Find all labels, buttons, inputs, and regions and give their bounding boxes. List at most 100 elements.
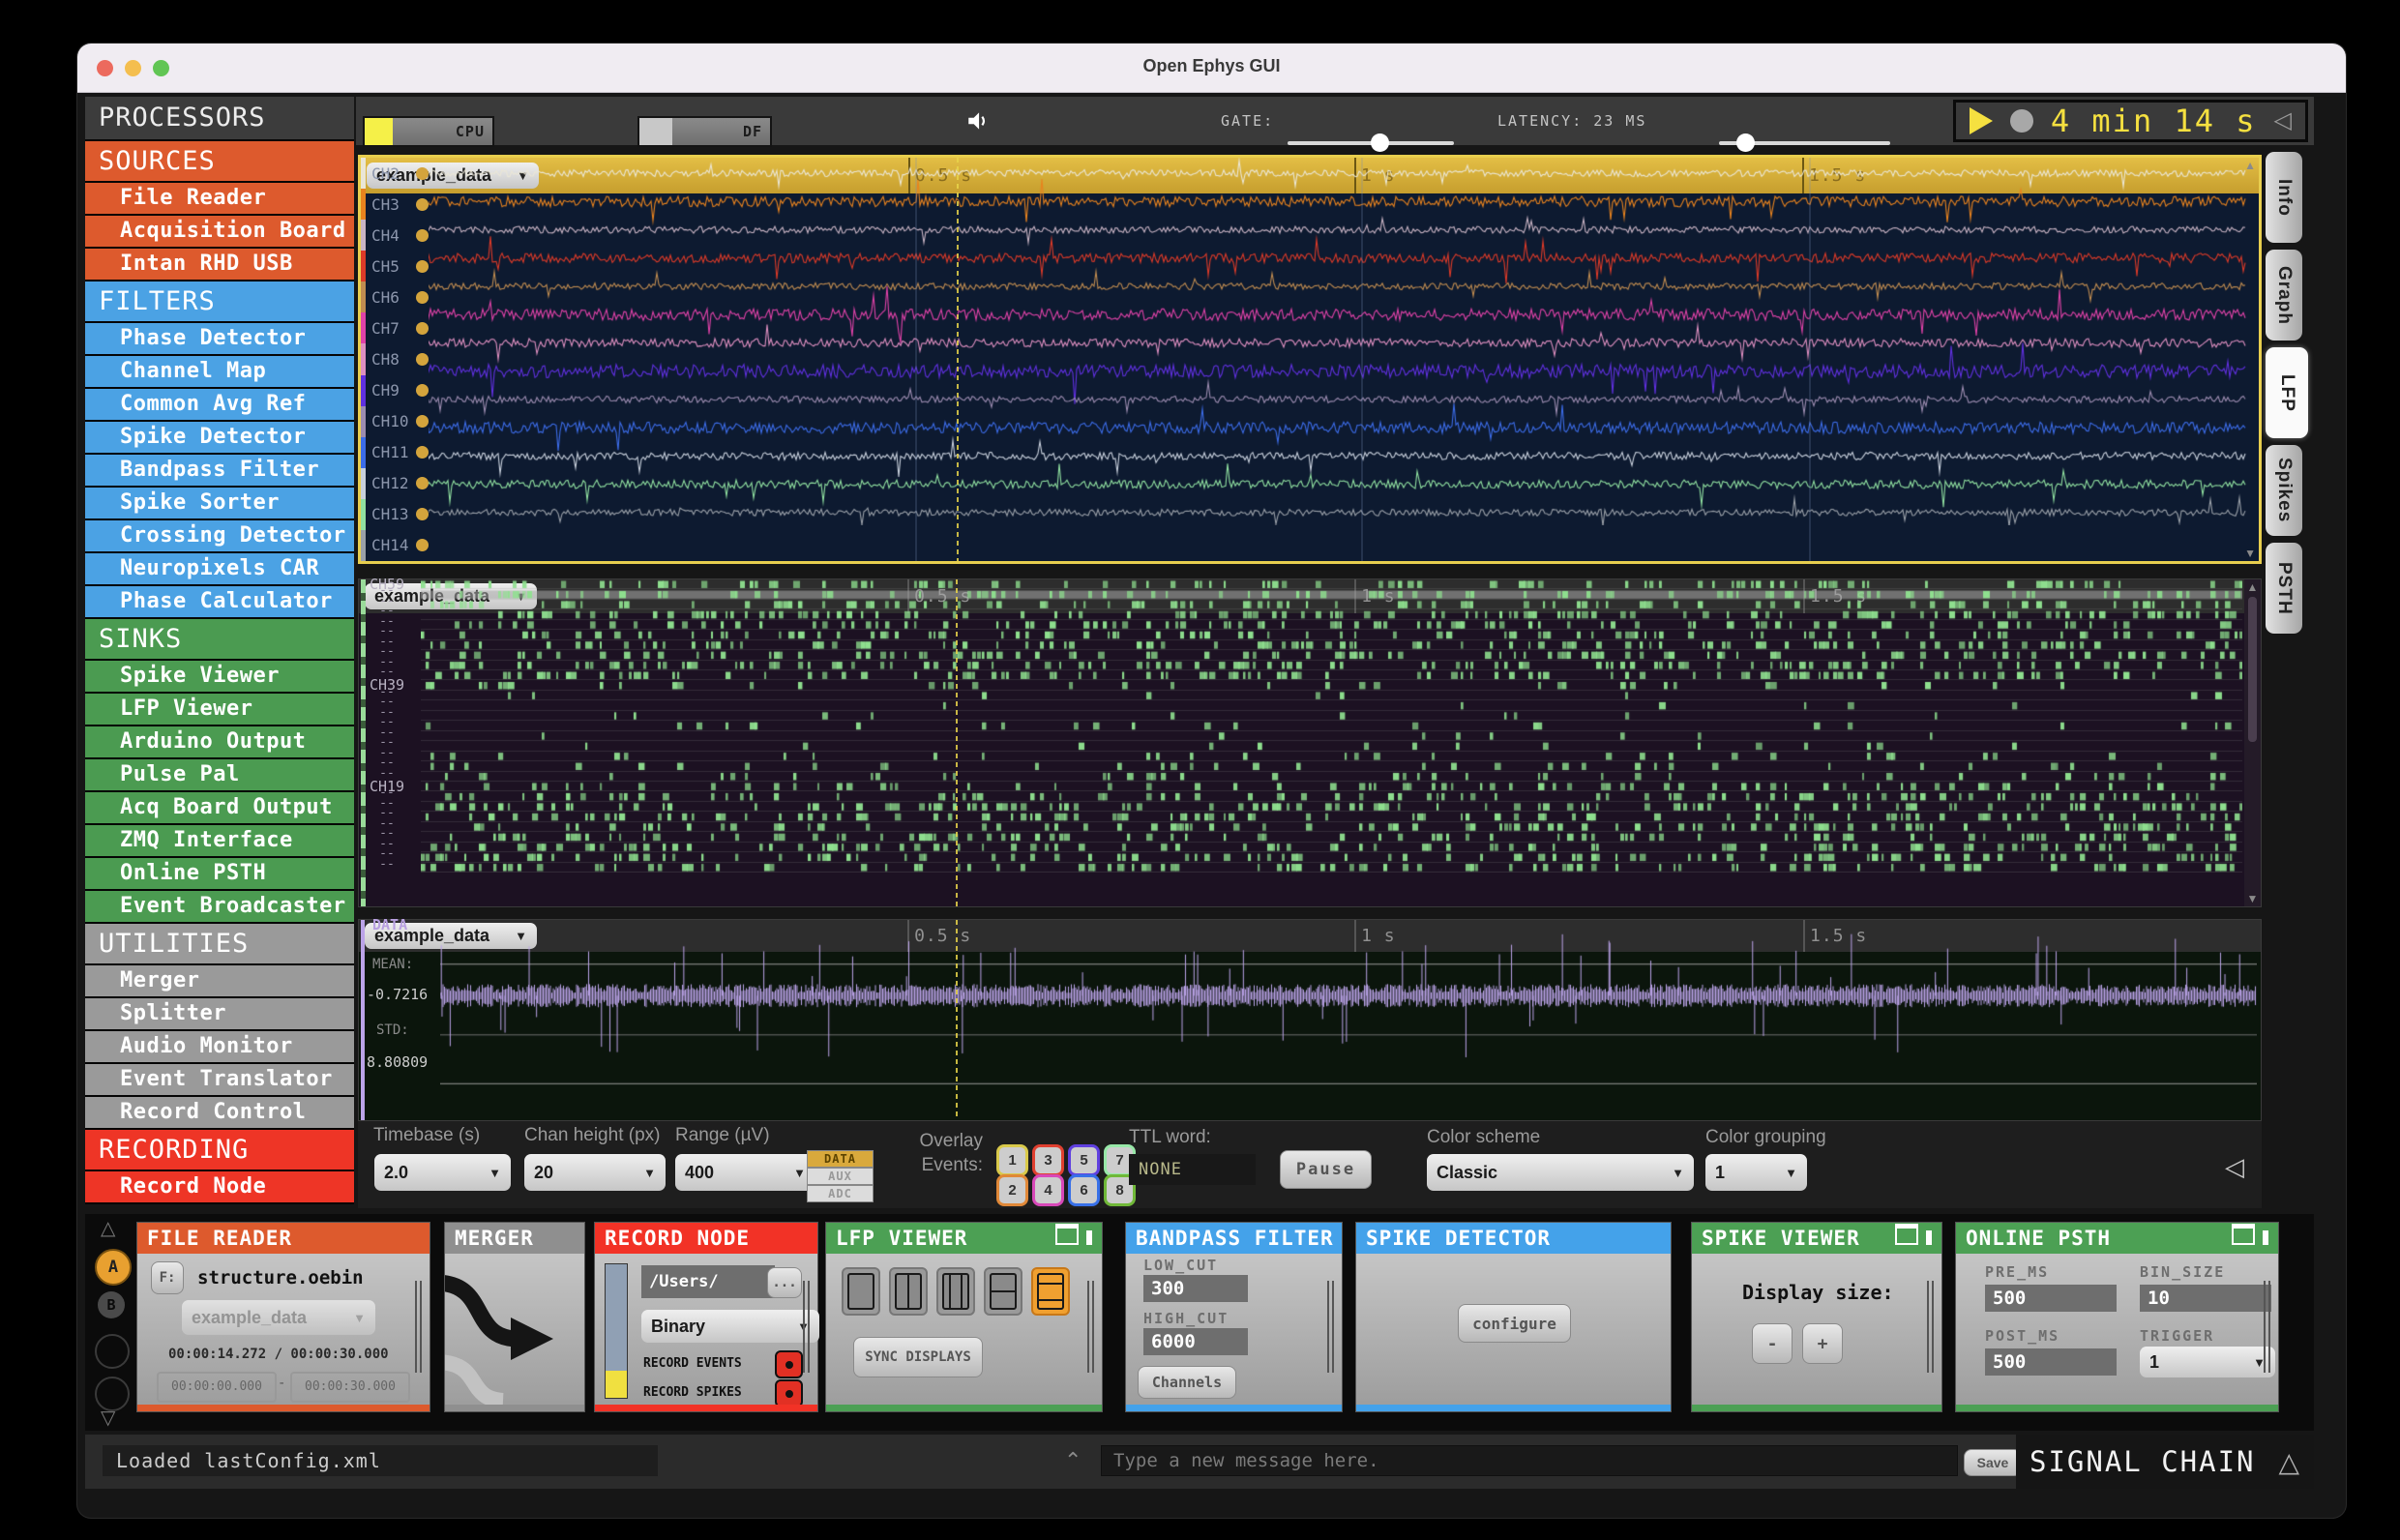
sidebar-item-acq-board-output[interactable]: Acq Board Output — [85, 792, 354, 823]
record-path-field[interactable]: /Users/ — [641, 1265, 775, 1298]
play-button[interactable] — [1969, 107, 1993, 134]
open-window-icon[interactable] — [2232, 1224, 2255, 1245]
sidebar-item-pulse-pal[interactable]: Pulse Pal — [85, 759, 354, 790]
sidebar-item-channel-map[interactable]: Channel Map — [85, 356, 354, 387]
sidebar-item-intan-rhd-usb[interactable]: Intan RHD USB — [85, 249, 354, 280]
sidebar-item-record-node[interactable]: Record Node — [85, 1171, 354, 1202]
sidebar-item-acquisition-board[interactable]: Acquisition Board — [85, 216, 354, 247]
channel-enable-dot[interactable] — [416, 197, 429, 211]
lfp-channel-row-ch3[interactable]: CH3 — [361, 189, 429, 221]
sidebar-item-bandpass-filter[interactable]: Bandpass Filter — [85, 455, 354, 486]
open-tab-icon[interactable] — [1926, 1230, 1932, 1245]
event-channel-button-6[interactable]: 6 — [1068, 1174, 1100, 1206]
sync-displays-button[interactable]: SYNC DISPLAYS — [853, 1337, 983, 1377]
browse-path-button[interactable]: ... — [767, 1267, 802, 1298]
expand-console-icon[interactable]: ⌃ — [1064, 1448, 1081, 1473]
lfp-channel-row-ch2[interactable]: CH2 — [361, 158, 429, 190]
module-file-reader[interactable]: FILE READER F: structure.oebin example_d… — [136, 1222, 430, 1412]
module-record-node[interactable]: RECORD NODE /Users/ ... Binary▼ RECORD E… — [594, 1222, 819, 1412]
sidebar-item-crossing-detector[interactable]: Crossing Detector — [85, 520, 354, 551]
module-drag-handle[interactable] — [1927, 1281, 1936, 1373]
module-lfp-viewer[interactable]: LFP VIEWER SYNC DISPLAYS — [825, 1222, 1103, 1412]
chain-slot-empty-1[interactable] — [95, 1334, 130, 1369]
tab-spikes[interactable]: Spikes — [2266, 445, 2302, 536]
low-cut-field[interactable]: 300 — [1143, 1275, 1248, 1302]
lfp-channel-row-ch10[interactable]: CH10 — [361, 405, 429, 437]
module-spike-viewer[interactable]: SPIKE VIEWER Display size: - + — [1691, 1222, 1942, 1412]
scroll-down-icon[interactable]: ▼ — [2247, 893, 2259, 904]
lfp-channel-row-ch8[interactable]: CH8 — [361, 343, 429, 375]
channel-enable-dot[interactable] — [416, 290, 429, 304]
layout-button-3[interactable] — [936, 1267, 975, 1316]
raster-display-area[interactable]: CH59 -- -- -- -- -- -- -- -- -- CH39 -- -- -- -- -- -- --… — [359, 576, 2261, 906]
signal-type-adc[interactable]: ADC — [807, 1185, 874, 1202]
scroll-down-icon[interactable]: ▼ — [2244, 547, 2256, 560]
sidebar-item-audio-monitor[interactable]: Audio Monitor — [85, 1031, 354, 1062]
scroll-up-icon[interactable]: ▲ — [2244, 159, 2256, 172]
lfp-channel-row-ch11[interactable]: CH11 — [361, 436, 429, 468]
lfp-display-area[interactable]: CH2 CH3 CH4 CH5 CH6 CH7 CH8 CH9 CH10 CH11 CH12 CH13… — [361, 158, 2259, 562]
scrollbar-thumb[interactable] — [2248, 597, 2257, 742]
module-drag-handle[interactable] — [803, 1281, 812, 1373]
sidebar-item-spike-viewer[interactable]: Spike Viewer — [85, 661, 354, 692]
layout-button-1[interactable] — [842, 1267, 880, 1316]
tab-psth[interactable]: PSTH — [2266, 543, 2302, 634]
module-bandpass-filter[interactable]: BANDPASS FILTER LOW_CUT 300 HIGH_CUT 600… — [1125, 1222, 1343, 1412]
configure-button[interactable]: configure — [1458, 1304, 1571, 1343]
open-tab-icon[interactable] — [2263, 1230, 2268, 1245]
gate-slider-thumb[interactable] — [1735, 133, 1755, 152]
open-tab-icon[interactable] — [1086, 1230, 1092, 1245]
sidebar-item-zmq-interface[interactable]: ZMQ Interface — [85, 825, 354, 856]
sidebar-item-file-reader[interactable]: File Reader — [85, 183, 354, 214]
module-online-psth[interactable]: ONLINE PSTH PRE_MS 500 BIN_SIZE 10 POST_… — [1955, 1222, 2279, 1412]
sidebar-item-spike-detector[interactable]: Spike Detector — [85, 422, 354, 453]
sidebar-item-phase-detector[interactable]: Phase Detector — [85, 323, 354, 354]
scroll-up-icon[interactable]: △ — [101, 1216, 115, 1240]
data-trace-canvas[interactable] — [440, 920, 2257, 1088]
module-drag-handle[interactable] — [1327, 1281, 1336, 1373]
bin-size-field[interactable]: 10 — [2140, 1285, 2271, 1312]
channels-button[interactable]: Channels — [1138, 1366, 1236, 1399]
scroll-up-icon[interactable]: ▲ — [2247, 581, 2259, 593]
sidebar-item-online-psth[interactable]: Online PSTH — [85, 858, 354, 889]
start-time-field[interactable]: 00:00:00.000 — [157, 1372, 277, 1403]
range-select[interactable]: 400 ▼ — [675, 1154, 815, 1191]
trigger-select[interactable]: 1 ▼ — [2140, 1347, 2275, 1377]
sidebar-item-lfp-viewer[interactable]: LFP Viewer — [85, 694, 354, 725]
sidebar-item-merger[interactable]: Merger — [85, 965, 354, 996]
color-scheme-select[interactable]: Classic ▼ — [1427, 1154, 1694, 1191]
channel-enable-dot[interactable] — [416, 353, 429, 366]
save-message-button[interactable]: Save — [1964, 1449, 2022, 1476]
color-grouping-select[interactable]: 1 ▼ — [1705, 1154, 1807, 1191]
raster-canvas[interactable] — [421, 579, 2242, 873]
record-button[interactable] — [2009, 109, 2033, 133]
message-input[interactable] — [1101, 1445, 1958, 1476]
end-time-field[interactable]: 00:00:30.000 — [290, 1372, 410, 1403]
open-window-icon[interactable] — [1055, 1224, 1079, 1245]
channel-enable-dot[interactable] — [416, 446, 429, 459]
scroll-down-icon[interactable]: ▽ — [101, 1406, 115, 1430]
pause-button[interactable]: Pause — [1280, 1150, 1372, 1189]
timebase-select[interactable]: 2.0 ▼ — [374, 1154, 511, 1191]
channel-enable-dot[interactable] — [416, 477, 429, 490]
open-window-icon[interactable] — [1895, 1224, 1918, 1245]
signal-type-aux[interactable]: AUX — [807, 1168, 874, 1185]
layout-button-2[interactable] — [889, 1267, 928, 1316]
event-channel-button-2[interactable]: 2 — [996, 1174, 1028, 1206]
lfp-traces-canvas[interactable] — [429, 158, 2247, 525]
module-merger[interactable]: MERGER — [434, 1222, 585, 1412]
channel-enable-dot[interactable] — [416, 508, 429, 521]
sidebar-item-common-avg-ref[interactable]: Common Avg Ref — [85, 389, 354, 420]
lfp-channel-row-ch5[interactable]: CH5 — [361, 251, 429, 282]
stream-selector[interactable]: example_data ▼ — [182, 1300, 375, 1335]
lfp-channel-row-ch14[interactable]: CH14 — [361, 529, 429, 562]
data-display-area[interactable]: DATA MEAN: -0.7216 STD: 8.80809 — [359, 916, 2261, 1120]
decrease-display-button[interactable]: - — [1752, 1323, 1793, 1364]
sidebar-item-arduino-output[interactable]: Arduino Output — [85, 726, 354, 757]
tab-lfp[interactable]: LFP — [2266, 347, 2308, 438]
channel-enable-dot[interactable] — [416, 321, 429, 335]
module-drag-handle[interactable] — [2264, 1281, 2272, 1373]
post-ms-field[interactable]: 500 — [1985, 1348, 2117, 1376]
sidebar-item-phase-calculator[interactable]: Phase Calculator — [85, 586, 354, 617]
volume-slider[interactable] — [1288, 133, 1454, 152]
